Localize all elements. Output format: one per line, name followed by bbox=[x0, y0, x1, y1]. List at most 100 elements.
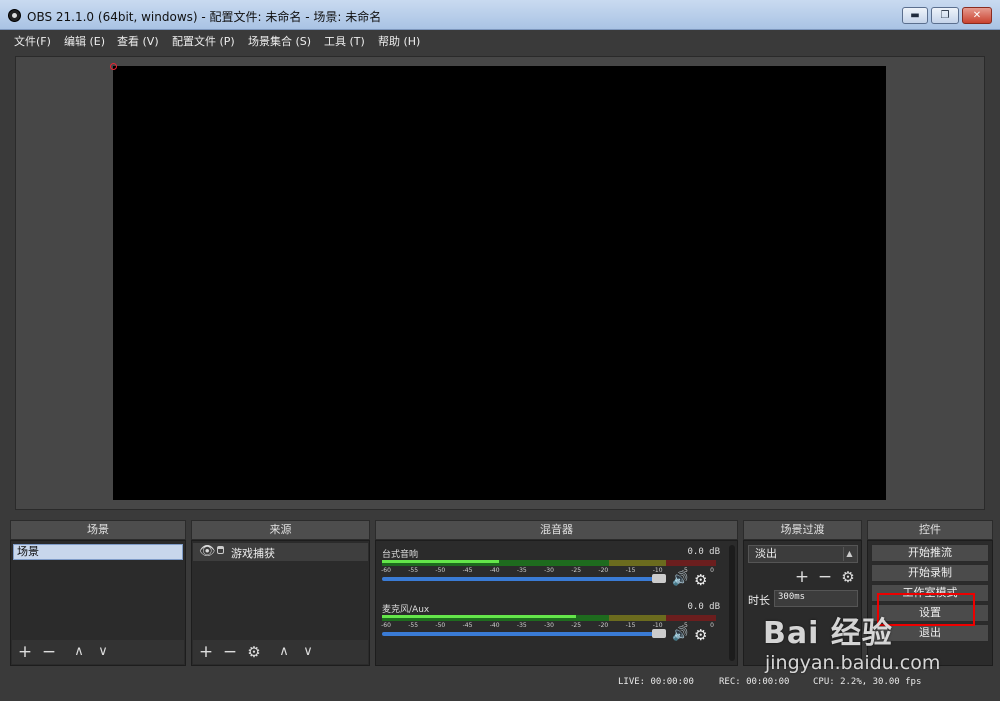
sources-toolbar: + − ⚙ ∧ ∨ bbox=[193, 640, 368, 664]
meter-tick-label: -55 bbox=[408, 567, 419, 574]
scene-list-item[interactable]: 场景 bbox=[13, 544, 183, 560]
controls-dock-header: 控件 bbox=[867, 520, 993, 540]
start-recording-button[interactable]: 开始录制 bbox=[871, 564, 989, 582]
mixer-dock: 台式音响 0.0 dB -60 -55 -50 -45 -40 -35 -30 -25 -20 -… bbox=[375, 540, 738, 666]
menu-help[interactable]: 帮助 (H) bbox=[378, 33, 420, 49]
minimize-button[interactable]: ▬ bbox=[902, 7, 928, 24]
speaker-icon[interactable]: 🔊 bbox=[672, 572, 688, 587]
menu-file[interactable]: 文件(F) bbox=[14, 33, 51, 49]
transition-properties-gear-icon[interactable]: ⚙ bbox=[838, 567, 858, 587]
channel-name: 台式音响 bbox=[382, 550, 419, 560]
transition-select-value: 淡出 bbox=[755, 547, 777, 560]
preview-area bbox=[15, 56, 985, 510]
meter-tick-label: -50 bbox=[435, 622, 446, 629]
duration-value: 300ms bbox=[778, 592, 806, 602]
speaker-icon[interactable]: 🔊 bbox=[672, 627, 688, 642]
channel-settings-gear-icon[interactable]: ⚙ bbox=[694, 626, 707, 644]
channel-name: 麦克风/Aux bbox=[382, 605, 430, 615]
meter-tick-label: -15 bbox=[625, 567, 636, 574]
volume-meter bbox=[382, 615, 716, 621]
sources-dock-header: 来源 bbox=[191, 520, 370, 540]
channel-db: 0.0 dB bbox=[687, 602, 720, 612]
meter-tick-label: -60 bbox=[381, 622, 391, 629]
menu-scene-collection[interactable]: 场景集合 (S) bbox=[248, 33, 311, 49]
menu-tools[interactable]: 工具 (T) bbox=[324, 33, 365, 49]
transitions-dock-header: 场景过渡 bbox=[743, 520, 862, 540]
volume-meter-level bbox=[382, 615, 576, 618]
scenes-dock: 场景 + − ∧ ∨ bbox=[10, 540, 186, 666]
meter-tick-label: -50 bbox=[435, 567, 446, 574]
volume-meter bbox=[382, 560, 716, 566]
status-live: LIVE: 00:00:00 bbox=[618, 677, 694, 687]
meter-tick-label: -15 bbox=[625, 622, 636, 629]
preview-canvas[interactable] bbox=[113, 66, 886, 500]
maximize-button[interactable]: ❐ bbox=[931, 7, 959, 24]
volume-meter-level bbox=[382, 560, 499, 563]
move-source-down-button[interactable]: ∨ bbox=[298, 642, 318, 662]
duration-label: 时长 bbox=[748, 594, 770, 607]
menu-edit[interactable]: 编辑 (E) bbox=[64, 33, 105, 49]
settings-highlight-box bbox=[877, 593, 975, 626]
mixer-dock-header: 混音器 bbox=[375, 520, 738, 540]
mixer-channel-mic: 麦克风/Aux 0.0 dB -60 -55 -50 -45 -40 -35 -30 -25 -… bbox=[381, 602, 720, 654]
source-name: 游戏捕获 bbox=[231, 547, 275, 560]
mixer-channel-desktop: 台式音响 0.0 dB -60 -55 -50 -45 -40 -35 -30 -25 -20 -… bbox=[381, 547, 720, 599]
source-list-item[interactable]: 👁 游戏捕获 bbox=[193, 543, 368, 561]
meter-tick-label: 0 bbox=[710, 567, 714, 574]
meter-tick-label: -25 bbox=[571, 567, 582, 574]
move-scene-up-button[interactable]: ∧ bbox=[69, 642, 89, 662]
meter-tick-label: -10 bbox=[652, 622, 663, 629]
add-scene-button[interactable]: + bbox=[15, 642, 35, 662]
source-corner-handle[interactable] bbox=[110, 63, 117, 70]
add-transition-button[interactable]: + bbox=[792, 567, 812, 587]
scenes-toolbar: + − ∧ ∨ bbox=[12, 640, 184, 664]
source-properties-gear-icon[interactable]: ⚙ bbox=[244, 642, 264, 662]
volume-slider-handle[interactable] bbox=[652, 629, 666, 638]
scenes-dock-header: 场景 bbox=[10, 520, 186, 540]
add-source-button[interactable]: + bbox=[196, 642, 216, 662]
mixer-scrollbar[interactable] bbox=[729, 545, 735, 661]
meter-tick-label: -40 bbox=[489, 567, 500, 574]
channel-db: 0.0 dB bbox=[687, 547, 720, 557]
meter-tick-label: -25 bbox=[571, 622, 582, 629]
move-source-up-button[interactable]: ∧ bbox=[274, 642, 294, 662]
remove-source-button[interactable]: − bbox=[220, 642, 240, 662]
meter-tick-label: -55 bbox=[408, 622, 419, 629]
close-button[interactable]: ✕ bbox=[962, 7, 992, 24]
status-rec: REC: 00:00:00 bbox=[719, 677, 790, 687]
meter-tick-label: -35 bbox=[516, 622, 527, 629]
meter-tick-label: -20 bbox=[598, 622, 609, 629]
exit-button[interactable]: 退出 bbox=[871, 624, 989, 642]
eye-icon[interactable]: 👁 bbox=[199, 544, 216, 559]
start-streaming-button[interactable]: 开始推流 bbox=[871, 544, 989, 562]
status-cpu: CPU: 2.2%, 30.00 fps bbox=[813, 677, 922, 687]
meter-tick-label: -45 bbox=[462, 567, 473, 574]
volume-slider[interactable] bbox=[382, 577, 658, 581]
remove-transition-button[interactable]: − bbox=[815, 567, 835, 587]
duration-spinbox[interactable]: 300ms bbox=[774, 590, 858, 607]
lock-icon[interactable] bbox=[217, 546, 224, 554]
meter-tick-label: -60 bbox=[381, 567, 391, 574]
menu-view[interactable]: 查看 (V) bbox=[117, 33, 159, 49]
volume-slider[interactable] bbox=[382, 632, 658, 636]
menu-profile[interactable]: 配置文件 (P) bbox=[172, 33, 235, 49]
transition-select[interactable]: 淡出 ▲ bbox=[748, 545, 858, 563]
meter-tick-label: -35 bbox=[516, 567, 527, 574]
title-bar: OBS 21.1.0 (64bit, windows) - 配置文件: 未命名 … bbox=[0, 0, 1000, 30]
meter-tick-label: -30 bbox=[544, 567, 554, 574]
meter-tick-label: -30 bbox=[544, 622, 554, 629]
volume-slider-handle[interactable] bbox=[652, 574, 666, 583]
channel-settings-gear-icon[interactable]: ⚙ bbox=[694, 571, 707, 589]
chevron-updown-icon: ▲ bbox=[843, 547, 855, 561]
remove-scene-button[interactable]: − bbox=[39, 642, 59, 662]
transitions-dock: 淡出 ▲ + − ⚙ 时长 300ms bbox=[743, 540, 862, 666]
meter-tick-label: -40 bbox=[489, 622, 500, 629]
sources-dock: 👁 游戏捕获 + − ⚙ ∧ ∨ bbox=[191, 540, 370, 666]
window-title: OBS 21.1.0 (64bit, windows) - 配置文件: 未命名 … bbox=[27, 10, 382, 24]
meter-tick-label: -45 bbox=[462, 622, 473, 629]
meter-tick-label: -10 bbox=[652, 567, 663, 574]
menu-bar: 文件(F) 编辑 (E) 查看 (V) 配置文件 (P) 场景集合 (S) 工具… bbox=[0, 30, 1000, 50]
move-scene-down-button[interactable]: ∨ bbox=[93, 642, 113, 662]
obs-logo-icon bbox=[8, 9, 21, 22]
meter-tick-label: -20 bbox=[598, 567, 609, 574]
